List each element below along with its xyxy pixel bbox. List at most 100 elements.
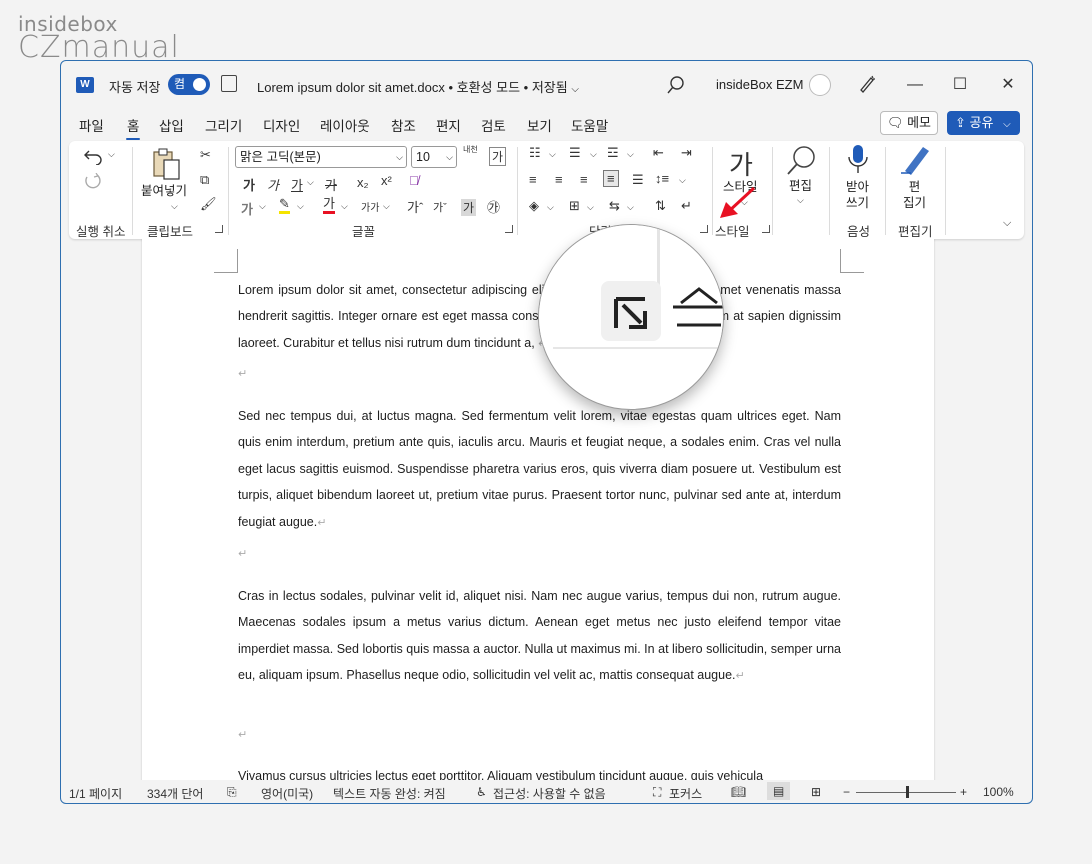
paragraph[interactable]: Vivamus cursus ultricies lectus eget por… (238, 763, 841, 780)
share-button[interactable]: ⇪ 공유 ⌵ (947, 111, 1020, 135)
chevron-down-icon[interactable]: ⌵ (627, 202, 634, 213)
chevron-down-icon[interactable]: ⌵ (259, 201, 266, 212)
undo-icon[interactable] (83, 147, 105, 165)
tab-design[interactable]: 디자인 (263, 115, 300, 135)
tab-insert[interactable]: 삽입 (159, 115, 184, 135)
tab-home[interactable]: 홈 (125, 115, 141, 140)
borders-icon[interactable]: ⊞ (569, 198, 580, 214)
numbering-icon[interactable]: ☰ (569, 145, 581, 161)
collapse-ribbon-icon[interactable]: ⌵ (1003, 217, 1011, 230)
editing-label[interactable]: 편집 (789, 178, 812, 194)
font-color-button[interactable]: 가 (323, 197, 335, 214)
chevron-down-icon[interactable]: ⌵ (171, 201, 178, 212)
minimize-icon[interactable]: — (901, 71, 929, 99)
asian-layout-icon[interactable]: ⇆ (609, 198, 620, 214)
format-painter-icon[interactable]: 🖌︎ (200, 196, 217, 212)
redo-icon[interactable] (83, 173, 105, 191)
find-icon[interactable] (785, 143, 819, 177)
save-icon[interactable] (221, 75, 237, 92)
grow-font-button[interactable]: 가ˆ (407, 197, 423, 216)
language[interactable]: 영어(미국) (261, 785, 313, 802)
search-icon[interactable] (665, 74, 687, 96)
chevron-down-icon[interactable]: ⌵ (797, 195, 804, 206)
chevron-down-icon[interactable]: ⌵ (341, 201, 348, 212)
increase-indent-icon[interactable]: ⇥ (681, 145, 692, 161)
tab-review[interactable]: 검토 (481, 115, 506, 135)
align-left-icon[interactable]: ≡ (529, 172, 537, 187)
focus-label[interactable]: 포커스 (669, 785, 702, 802)
close-icon[interactable]: ✕ (994, 71, 1022, 99)
paragraph[interactable]: Cras in lectus sodales, pulvinar velit i… (238, 583, 841, 690)
zoom-slider-thumb[interactable] (906, 786, 909, 798)
font-dialog-launcher-icon[interactable] (505, 225, 513, 233)
highlight-color-icon[interactable]: ✎ (279, 197, 290, 214)
accessibility-icon[interactable]: ♿︎ (476, 785, 487, 799)
web-layout-icon[interactable]: ⊞ (811, 785, 821, 799)
chevron-down-icon[interactable]: ⌵ (587, 202, 594, 213)
subscript-button[interactable]: x₂ (357, 175, 369, 190)
font-name-combobox[interactable]: 맑은 고딕(본문) ⌵ (235, 146, 407, 168)
clipboard-dialog-launcher-icon[interactable] (215, 225, 223, 233)
read-mode-icon[interactable]: 📖︎ (731, 785, 746, 799)
paste-icon[interactable] (149, 147, 183, 181)
strikethrough-button[interactable]: 가 (325, 175, 337, 194)
tab-mailings[interactable]: 편지 (436, 115, 461, 135)
zoom-in-button[interactable]: + (960, 785, 967, 799)
avatar[interactable] (809, 74, 831, 96)
zoom-out-button[interactable]: − (843, 785, 850, 799)
magnified-dialog-launcher[interactable] (601, 281, 661, 341)
print-layout-icon[interactable]: ▤ (767, 782, 791, 800)
tab-references[interactable]: 참조 (391, 115, 416, 135)
editor-pen-icon[interactable] (899, 143, 933, 177)
char-border-button[interactable]: 가 (489, 147, 507, 166)
shading-icon[interactable]: ◈ (529, 198, 539, 214)
line-spacing-icon[interactable]: ↕≡ (655, 171, 669, 186)
show-marks-icon[interactable]: ↵ (681, 198, 692, 214)
chevron-down-icon[interactable]: ⌵ (547, 202, 554, 213)
align-center-icon[interactable]: ≡ (555, 172, 563, 187)
justify-icon[interactable]: ≡ (603, 170, 619, 187)
superscript-button[interactable]: x² (381, 173, 392, 188)
chevron-down-icon[interactable]: ⌵ (383, 201, 390, 212)
chevron-down-icon[interactable]: ⌵ (679, 175, 686, 186)
sort-icon[interactable]: ⇅ (655, 198, 666, 214)
zoom-level[interactable]: 100% (983, 785, 1014, 799)
proofing-icon[interactable]: ⎘ (227, 785, 237, 800)
account-name[interactable]: insideBox EZM (716, 77, 803, 92)
tab-help[interactable]: 도움말 (571, 115, 608, 135)
autosave-toggle[interactable]: 켬 (168, 74, 210, 95)
change-case-button[interactable]: 가가 (361, 199, 379, 214)
decrease-indent-icon[interactable]: ⇤ (653, 145, 664, 161)
paste-label[interactable]: 붙여넣기 (141, 183, 187, 199)
word-count[interactable]: 334개 단어 (147, 785, 203, 802)
tab-layout[interactable]: 레이아웃 (320, 115, 370, 135)
shrink-font-button[interactable]: 가ˇ (433, 199, 447, 215)
chevron-down-icon[interactable]: ⌵ (590, 149, 597, 160)
microphone-icon[interactable] (847, 143, 869, 177)
designer-pen-icon[interactable] (857, 74, 877, 94)
page-count[interactable]: 1/1 페이지 (69, 785, 122, 802)
underline-button[interactable]: 가 (291, 175, 303, 194)
clear-formatting-icon[interactable]: 가̸ (409, 173, 419, 188)
tab-view[interactable]: 보기 (527, 115, 552, 135)
chevron-down-icon[interactable]: ⌵ (549, 149, 556, 160)
comments-button[interactable]: 🗨︎ 메모 (880, 111, 938, 135)
enclose-chars-button[interactable]: ㉮ (487, 197, 500, 216)
chevron-down-icon[interactable]: ⌵ (108, 149, 115, 160)
paragraph[interactable]: Sed nec tempus dui, at luctus magna. Sed… (238, 403, 841, 536)
distributed-icon[interactable]: ☰ (632, 172, 644, 188)
focus-icon[interactable]: ⛶ (653, 785, 661, 800)
bold-button[interactable]: 가 (243, 175, 255, 194)
chevron-down-icon[interactable]: ⌵ (307, 177, 314, 188)
styles-dialog-launcher-icon[interactable] (762, 225, 770, 233)
tab-file[interactable]: 파일 (79, 115, 104, 135)
editor-label[interactable]: 편 집기 (903, 179, 926, 211)
maximize-icon[interactable]: ☐ (946, 71, 974, 99)
chevron-down-icon[interactable]: ⌵ (297, 201, 304, 212)
italic-button[interactable]: 가 (267, 175, 279, 194)
chevron-down-icon[interactable]: ⌵ (627, 149, 634, 160)
text-predictions[interactable]: 텍스트 자동 완성: 켜짐 (333, 785, 446, 802)
copy-icon[interactable]: ⧉ (200, 172, 209, 188)
multilevel-list-icon[interactable]: ☲ (607, 145, 619, 161)
document-title[interactable]: Lorem ipsum dolor sit amet.docx • 호환성 모드… (257, 77, 579, 96)
